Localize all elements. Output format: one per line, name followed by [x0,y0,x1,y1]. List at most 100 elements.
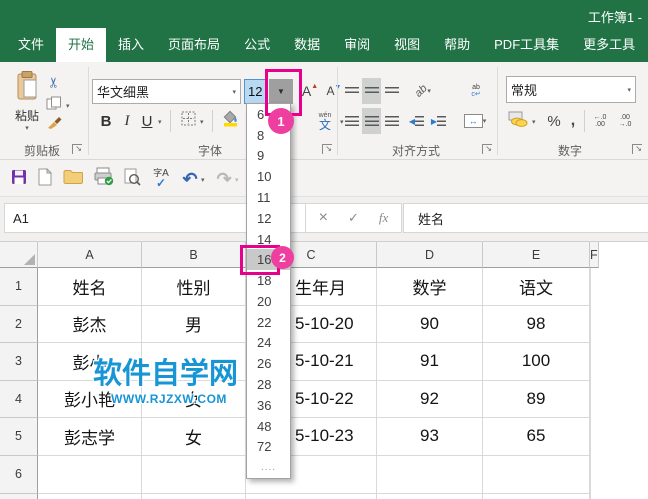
enter-check-icon[interactable]: ✓ [348,210,359,226]
cell-E1[interactable]: 语文 [483,268,590,306]
ribbon-tab-公式[interactable]: 公式 [232,28,282,62]
cell-B5[interactable]: 女 [142,418,246,456]
increase-indent-button[interactable]: ▶ [428,108,449,134]
spell-check-button[interactable]: 字A ✓ [149,167,173,191]
font-name-combo[interactable]: 华文细黑 ▾ [92,79,241,104]
cell-E4[interactable]: 89 [483,380,590,418]
cell-B6[interactable] [142,455,246,494]
font-size-option-28[interactable]: 28 [247,374,290,395]
accounting-caret[interactable]: ▾ [532,118,536,126]
undo-button[interactable]: ↶ [180,168,200,190]
font-size-more-options[interactable]: .... [247,457,290,478]
accounting-format-button[interactable] [506,108,530,134]
alignment-dialog-launcher-icon[interactable]: ↘ [482,144,492,154]
print-preview-button[interactable] [121,168,143,189]
font-size-option-10[interactable]: 10 [247,166,290,187]
orientation-button[interactable]: ab ▾ [410,78,436,104]
paste-button[interactable]: 粘贴 ▾ [8,70,46,132]
font-size-option-12[interactable]: 12 [247,208,290,229]
wrap-text-button[interactable]: ab c↵ [462,78,490,104]
phonetic-guide-button[interactable]: wén 文 [312,108,338,134]
ribbon-tab-更多工具[interactable]: 更多工具 [571,28,647,62]
merge-center-button[interactable]: ↔ ▾ [460,108,490,134]
cell-A3[interactable]: 彭小 [38,343,142,381]
ribbon-tab-插入[interactable]: 插入 [106,28,156,62]
cell-D6[interactable] [377,455,483,494]
clipboard-dialog-launcher-icon[interactable]: ↘ [72,144,82,154]
cell-E6[interactable] [483,455,590,494]
column-header-B[interactable]: B [142,242,246,268]
column-header-D[interactable]: D [377,242,483,268]
align-bottom-button[interactable] [382,78,401,104]
underline-caret[interactable]: ▾ [158,118,162,126]
align-middle-button[interactable] [362,78,381,104]
row-header-4[interactable]: 4 [0,380,38,418]
row-header-1[interactable]: 1 [0,268,38,306]
cell-A1[interactable]: 姓名 [38,268,142,306]
cell-D2[interactable]: 90 [377,305,483,343]
undo-caret[interactable]: ▾ [201,176,205,184]
font-size-option-22[interactable]: 22 [247,312,290,333]
cell-D[interactable] [377,493,483,499]
ribbon-tab-数据[interactable]: 数据 [282,28,332,62]
insert-function-icon[interactable]: fx [379,210,388,226]
redo-caret[interactable]: ▾ [235,176,239,184]
open-button[interactable] [61,169,85,189]
cell-E3[interactable]: 100 [483,343,590,381]
cell-B3[interactable] [142,343,246,381]
bold-button[interactable]: B [96,108,116,134]
select-all-corner[interactable] [0,242,38,268]
borders-caret[interactable]: ▾ [200,118,204,126]
cell-D3[interactable]: 91 [377,343,483,381]
fill-color-button[interactable] [218,108,244,134]
column-header-A[interactable]: A [38,242,142,268]
font-dialog-launcher-icon[interactable]: ↘ [322,144,332,154]
align-center-button[interactable] [362,108,381,134]
ribbon-tab-页面布局[interactable]: 页面布局 [156,28,232,62]
ribbon-tab-开始[interactable]: 开始 [56,28,107,62]
cell-D5[interactable]: 93 [377,418,483,456]
number-format-combo[interactable]: 常规 ▾ [506,76,636,103]
font-size-option-9[interactable]: 9 [247,146,290,167]
number-dialog-launcher-icon[interactable]: ↘ [632,144,642,154]
new-document-button[interactable] [34,167,56,190]
cell-F4[interactable] [590,380,591,418]
font-size-option-24[interactable]: 24 [247,333,290,354]
font-size-option-36[interactable]: 36 [247,395,290,416]
cell-F2[interactable] [590,305,591,343]
column-header-E[interactable]: E [483,242,590,268]
cell-A6[interactable] [38,455,142,494]
cell-D1[interactable]: 数学 [377,268,483,306]
copy-button[interactable] [44,96,64,114]
cell-A[interactable] [38,493,142,499]
decrease-decimal-button[interactable]: .00 →.0 [613,108,637,134]
row-header-5[interactable]: 5 [0,418,38,456]
cell-D4[interactable]: 92 [377,380,483,418]
font-size-option-11[interactable]: 11 [247,187,290,208]
cell-B2[interactable]: 男 [142,305,246,343]
underline-button[interactable]: U [138,108,156,134]
row-header-3[interactable]: 3 [0,343,38,381]
save-button[interactable] [8,168,30,190]
redo-button[interactable]: ↷ [214,168,234,190]
cell-B1[interactable]: 性别 [142,268,246,306]
italic-button[interactable]: I [119,108,135,134]
ribbon-tab-视图[interactable]: 视图 [382,28,432,62]
cell-E2[interactable]: 98 [483,305,590,343]
align-right-button[interactable] [382,108,401,134]
print-button[interactable] [91,167,115,190]
cell-B[interactable] [142,493,246,499]
ribbon-tab-审阅[interactable]: 审阅 [332,28,382,62]
font-size-option-20[interactable]: 20 [247,291,290,312]
font-size-option-48[interactable]: 48 [247,416,290,437]
cut-button[interactable]: ✂ [44,72,64,92]
decrease-indent-button[interactable]: ◀ [406,108,427,134]
borders-button[interactable] [177,108,199,134]
row-header-2[interactable]: 2 [0,305,38,343]
comma-style-button[interactable]: , [566,108,580,134]
cell-E[interactable] [483,493,590,499]
formula-input[interactable]: 姓名 [403,203,648,233]
cell-F[interactable] [590,493,591,499]
ribbon-tab-PDF工具集[interactable]: PDF工具集 [482,28,571,62]
column-header-F[interactable]: F [590,242,599,268]
